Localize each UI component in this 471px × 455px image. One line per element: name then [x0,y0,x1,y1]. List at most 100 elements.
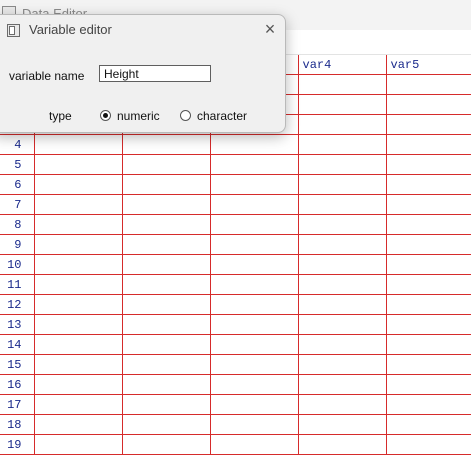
character-radio-label[interactable]: character [197,109,247,123]
grid-cell[interactable] [121,314,211,335]
grid-cell[interactable] [121,214,211,235]
grid-cell[interactable] [121,414,211,435]
grid-cell[interactable] [121,434,211,455]
grid-cell[interactable] [33,234,123,255]
grid-cell[interactable] [209,414,299,435]
table-row: 13 [0,314,471,335]
grid-cell[interactable] [121,174,211,195]
grid-cell[interactable] [385,274,471,295]
grid-cell[interactable] [209,434,299,455]
grid-cell[interactable] [33,294,123,315]
grid-cell[interactable] [297,434,387,455]
character-radio[interactable] [180,110,191,121]
grid-cell[interactable] [33,334,123,355]
grid-cell[interactable] [385,214,471,235]
table-row: 4 [0,134,471,155]
grid-cell[interactable] [297,74,387,95]
grid-cell[interactable] [297,114,387,135]
grid-cell[interactable] [33,394,123,415]
grid-cell[interactable] [33,274,123,295]
grid-cell[interactable] [33,194,123,215]
grid-cell[interactable] [33,314,123,335]
grid-cell[interactable] [121,274,211,295]
grid-cell[interactable] [385,174,471,195]
grid-cell[interactable] [385,254,471,275]
grid-cell[interactable] [297,214,387,235]
grid-cell[interactable] [121,334,211,355]
grid-cell[interactable] [121,194,211,215]
grid-cell[interactable] [33,134,123,155]
grid-cell[interactable] [385,374,471,395]
grid-cell[interactable] [297,234,387,255]
grid-cell[interactable] [385,334,471,355]
grid-cell[interactable] [297,354,387,375]
grid-cell[interactable] [385,74,471,95]
grid-cell[interactable] [209,314,299,335]
grid-cell[interactable] [385,94,471,115]
grid-cell[interactable] [33,374,123,395]
grid-cell[interactable] [121,254,211,275]
column-header-var5[interactable]: var5 [385,55,471,75]
numeric-radio[interactable] [100,110,111,121]
grid-cell[interactable] [385,154,471,175]
grid-cell[interactable] [209,214,299,235]
grid-cell[interactable] [209,374,299,395]
grid-cell[interactable] [121,234,211,255]
grid-cell[interactable] [209,354,299,375]
grid-cell[interactable] [297,374,387,395]
grid-cell[interactable] [209,234,299,255]
grid-cell[interactable] [121,394,211,415]
grid-cell[interactable] [209,294,299,315]
grid-cell[interactable] [297,254,387,275]
grid-cell[interactable] [33,254,123,275]
table-row: 15 [0,354,471,375]
grid-cell[interactable] [385,314,471,335]
grid-cell[interactable] [385,294,471,315]
grid-cell[interactable] [121,374,211,395]
grid-cell[interactable] [297,274,387,295]
grid-cell[interactable] [297,134,387,155]
grid-cell[interactable] [385,114,471,135]
grid-cell[interactable] [121,294,211,315]
grid-cell[interactable] [385,234,471,255]
grid-cell[interactable] [209,334,299,355]
grid-cell[interactable] [297,194,387,215]
grid-cell[interactable] [121,154,211,175]
grid-cell[interactable] [33,354,123,375]
grid-cell[interactable] [33,414,123,435]
grid-cell[interactable] [297,154,387,175]
grid-cell[interactable] [297,314,387,335]
grid-cell[interactable] [297,414,387,435]
close-icon[interactable]: × [259,17,281,41]
numeric-radio-label[interactable]: numeric [117,109,160,123]
grid-cell[interactable] [209,154,299,175]
variable-name-input[interactable] [99,65,211,82]
grid-cell[interactable] [33,154,123,175]
grid-cell[interactable] [297,174,387,195]
grid-cell[interactable] [121,134,211,155]
grid-cell[interactable] [297,94,387,115]
grid-cell[interactable] [33,214,123,235]
grid-cell[interactable] [385,414,471,435]
grid-cell[interactable] [209,274,299,295]
grid-cell[interactable] [385,394,471,415]
grid-cell[interactable] [209,134,299,155]
grid-cell[interactable] [297,394,387,415]
grid-cell[interactable] [385,434,471,455]
grid-cell[interactable] [121,354,211,375]
grid-cell[interactable] [33,174,123,195]
grid-cell[interactable] [209,174,299,195]
grid-cell[interactable] [209,194,299,215]
column-header-var4[interactable]: var4 [297,55,387,75]
table-row: 7 [0,194,471,215]
grid-cell[interactable] [385,194,471,215]
grid-cell[interactable] [297,334,387,355]
grid-cell[interactable] [385,354,471,375]
grid-cell[interactable] [297,294,387,315]
dialog-titlebar[interactable]: Variable editor × [0,15,285,45]
grid-cell[interactable] [385,134,471,155]
table-row: 14 [0,334,471,355]
grid-cell[interactable] [209,254,299,275]
grid-cell[interactable] [209,394,299,415]
grid-cell[interactable] [33,434,123,455]
